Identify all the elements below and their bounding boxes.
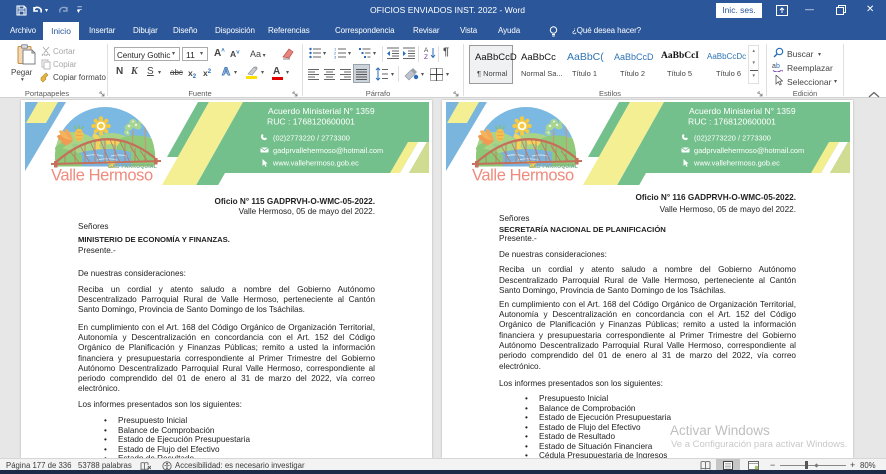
svg-text:b: b — [776, 63, 780, 70]
svg-text:Z: Z — [424, 54, 428, 60]
svg-text:3: 3 — [334, 55, 337, 60]
svg-text:A: A — [424, 47, 429, 54]
